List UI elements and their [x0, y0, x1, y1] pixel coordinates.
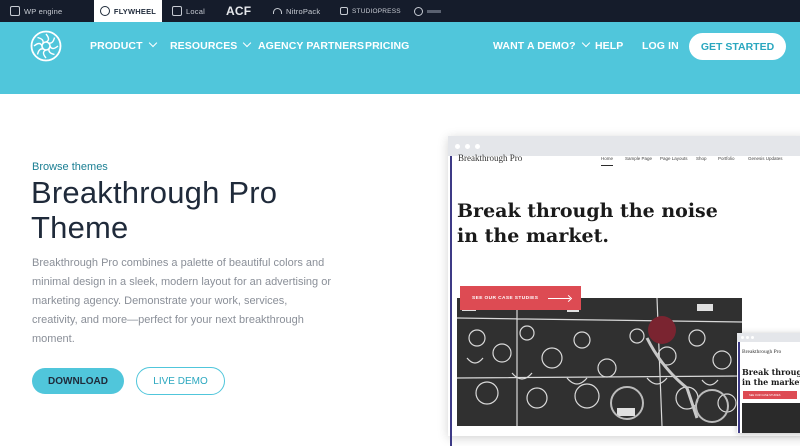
brand-local[interactable]: Local	[172, 0, 205, 22]
brand-extra[interactable]	[414, 0, 441, 22]
preview-menu-item: Portfolio	[718, 156, 735, 161]
brand-nitropack[interactable]: NitroPack	[273, 0, 320, 22]
chevron-down-icon	[148, 38, 157, 48]
nav-want-a-demo[interactable]: WANT A DEMO?	[493, 38, 590, 52]
window-dot-icon	[746, 336, 749, 339]
download-button[interactable]: DOWNLOAD	[32, 368, 124, 394]
studiopress-icon	[340, 7, 348, 15]
flywheel-icon	[99, 6, 110, 16]
preview-accent-rule	[450, 156, 452, 446]
nav-resources[interactable]: RESOURCES	[170, 38, 252, 52]
page-title: Breakthrough Pro Theme	[31, 175, 278, 245]
acf-logo: ACF	[226, 4, 252, 18]
preview-menu-item: Shop	[696, 156, 707, 161]
preview-menu-item: Sample Page	[625, 156, 653, 161]
preview-hero-illustration	[457, 298, 742, 426]
main-nav: PRODUCT RESOURCES AGENCY PARTNERS PRICIN…	[0, 22, 800, 94]
window-dot-icon	[465, 144, 470, 149]
theme-description: Breakthrough Pro combines a palette of b…	[32, 257, 331, 345]
theme-preview-mobile: Breakthrough Pro Break through t in the …	[737, 333, 800, 433]
brand-wpengine[interactable]: WP engine	[10, 0, 62, 22]
local-icon	[172, 6, 182, 16]
live-demo-button[interactable]: LIVE DEMO	[136, 367, 225, 395]
preview-menu-item: Genesis Updates	[748, 156, 783, 161]
preview-menu-item: Page Layouts	[660, 156, 688, 161]
preview-small-accent-rule	[738, 342, 740, 433]
preview-case-studies-button: SEE OUR CASE STUDIES	[460, 286, 581, 310]
nav-login[interactable]: LOG IN	[642, 40, 679, 52]
nitropack-icon	[273, 8, 282, 14]
extra-brand-wordmark	[427, 9, 441, 13]
nav-help[interactable]: HELP	[595, 40, 623, 52]
preview-small-illustration	[742, 403, 800, 433]
get-started-button[interactable]: GET STARTED	[689, 33, 786, 60]
extra-brand-icon	[414, 6, 423, 16]
brand-studiopress[interactable]: STUDIOPRESS	[340, 0, 401, 22]
nav-pricing[interactable]: PRICING	[365, 40, 409, 52]
preview-small-headline: Break through t in the market.	[742, 367, 800, 387]
window-dot-icon	[751, 336, 754, 339]
preview-small-site-title: Breakthrough Pro	[742, 349, 782, 355]
arrow-right-icon	[548, 298, 570, 299]
brand-flywheel[interactable]: FLYWHEEL	[94, 0, 162, 22]
preview-menu-item: Home	[601, 156, 614, 161]
preview-menu-underline	[601, 165, 613, 166]
brand-acf[interactable]: ACF	[226, 0, 251, 22]
brand-bar: WP engine FLYWHEEL Local ACF NitroPack S…	[0, 0, 800, 22]
street-crowd-illustration	[457, 298, 742, 426]
nav-agency-partners[interactable]: AGENCY PARTNERS	[258, 40, 364, 52]
chevron-down-icon	[243, 38, 252, 48]
preview-site-title: Breakthrough Pro	[458, 153, 523, 163]
breadcrumb-browse-themes[interactable]: Browse themes	[32, 161, 108, 173]
preview-small-window-bar	[737, 333, 800, 342]
window-dot-icon	[475, 144, 480, 149]
window-dot-icon	[741, 336, 744, 339]
wpengine-grid-icon	[10, 6, 20, 16]
window-dot-icon	[455, 144, 460, 149]
nav-product[interactable]: PRODUCT	[90, 38, 157, 52]
preview-headline: Break through the noise in the market.	[457, 200, 718, 247]
preview-small-cta: SEE OUR CASE STUDIES	[743, 391, 797, 399]
flywheel-logo-icon[interactable]	[30, 30, 62, 62]
chevron-down-icon	[581, 38, 590, 48]
